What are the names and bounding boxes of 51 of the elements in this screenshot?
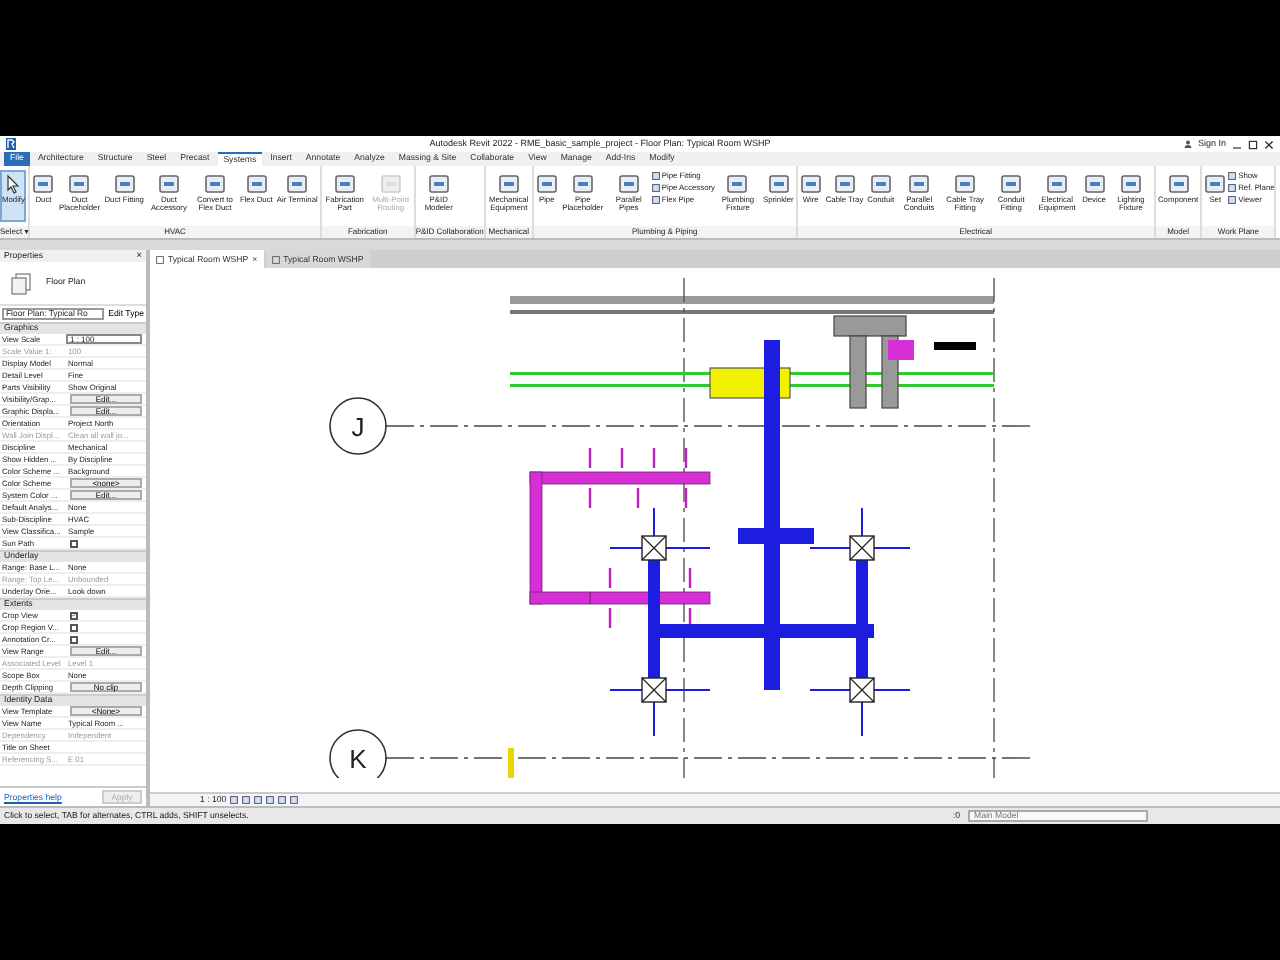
box-icon bbox=[908, 174, 931, 194]
maximize-icon[interactable] bbox=[1248, 139, 1258, 149]
box-icon bbox=[68, 174, 91, 194]
grid-bubble bbox=[329, 729, 387, 778]
plan-icon bbox=[271, 255, 280, 263]
box-icon bbox=[869, 174, 892, 194]
box-icon bbox=[497, 174, 520, 194]
box-icon bbox=[266, 796, 275, 804]
box-icon bbox=[1167, 174, 1190, 194]
box-icon bbox=[1119, 174, 1142, 194]
box-icon bbox=[617, 174, 640, 194]
box-icon bbox=[1083, 174, 1106, 194]
box-icon bbox=[833, 174, 856, 194]
box-icon bbox=[230, 796, 239, 804]
box-icon bbox=[245, 174, 268, 194]
box-icon bbox=[379, 174, 402, 194]
cursor-icon bbox=[5, 174, 22, 194]
level-marker bbox=[508, 748, 514, 778]
box-icon bbox=[651, 172, 660, 180]
box-icon bbox=[203, 174, 226, 194]
close-icon[interactable] bbox=[1264, 139, 1274, 149]
plan-icon bbox=[156, 255, 164, 263]
user-icon bbox=[1183, 140, 1192, 148]
box-icon bbox=[651, 196, 660, 204]
box-icon bbox=[954, 174, 977, 194]
box-icon bbox=[157, 174, 180, 194]
box-icon bbox=[278, 796, 287, 804]
box-icon bbox=[767, 174, 790, 194]
grid-bubble bbox=[329, 397, 387, 455]
grid-label: J bbox=[351, 412, 365, 442]
box-icon bbox=[290, 796, 299, 804]
box-icon bbox=[286, 174, 309, 194]
box-icon bbox=[32, 174, 55, 194]
floor-plan-icon bbox=[10, 271, 34, 295]
box-icon bbox=[535, 174, 558, 194]
box-icon bbox=[799, 174, 822, 194]
box-icon bbox=[242, 796, 251, 804]
checkbox[interactable] bbox=[70, 539, 78, 547]
grid-label: K bbox=[349, 744, 367, 774]
box-icon bbox=[254, 796, 263, 804]
box-icon bbox=[651, 184, 660, 192]
box-icon bbox=[1000, 174, 1023, 194]
checkbox[interactable] bbox=[70, 623, 78, 631]
box-icon bbox=[1046, 174, 1069, 194]
box-icon bbox=[113, 174, 136, 194]
box-icon bbox=[427, 174, 450, 194]
checkbox[interactable] bbox=[70, 635, 78, 643]
box-icon bbox=[726, 174, 749, 194]
box-icon bbox=[571, 174, 594, 194]
box-icon bbox=[333, 174, 356, 194]
checkbox[interactable] bbox=[70, 611, 78, 619]
